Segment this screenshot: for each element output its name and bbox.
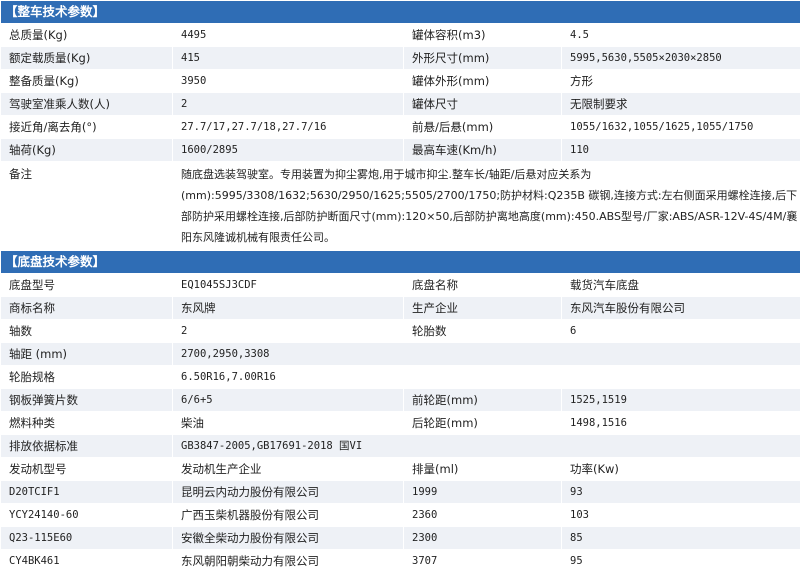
param-label: 轮胎规格 — [0, 365, 173, 389]
table-row: 燃料种类 柴油 后轮距(mm) 1498,1516 — [0, 411, 800, 435]
param-value: 6 — [560, 319, 800, 343]
table-row: 轮胎规格 6.50R16,7.00R16 — [0, 365, 800, 389]
table-row: 钢板弹簧片数 6/6+5 前轮距(mm) 1525,1519 — [0, 388, 800, 412]
param-value: 4495 — [172, 23, 404, 47]
param-label: 外形尺寸(mm) — [403, 46, 562, 70]
engine-power: 93 — [560, 480, 800, 504]
engine-row: Q23-115E60 安徽全柴动力股份有限公司 2300 85 — [0, 526, 800, 550]
engine-row: CY4BK461 东风朝阳朝柴动力有限公司 3707 95 — [0, 549, 800, 573]
param-value: 方形 — [560, 69, 800, 93]
param-label: 后轮距(mm) — [403, 411, 562, 435]
column-header: 排量(ml) — [403, 457, 562, 481]
section-title: 【底盘技术参数】 — [0, 250, 800, 274]
remarks-label: 备注 — [0, 161, 173, 251]
table-row: 总质量(Kg) 4495 罐体容积(m3) 4.5 — [0, 23, 800, 47]
table-row: 额定载质量(Kg) 415 外形尺寸(mm) 5995,5630,5505×20… — [0, 46, 800, 70]
spec-table: 【整车技术参数】 总质量(Kg) 4495 罐体容积(m3) 4.5 额定载质量… — [0, 0, 800, 573]
param-value: 27.7/17,27.7/18,27.7/16 — [172, 115, 404, 139]
param-label: 轴数 — [0, 319, 173, 343]
param-value: 1600/2895 — [172, 138, 404, 162]
table-row: 驾驶室准乘人数(人) 2 罐体尺寸 无限制要求 — [0, 92, 800, 116]
section-title: 【整车技术参数】 — [0, 0, 800, 24]
engine-model: CY4BK461 — [0, 549, 173, 573]
table-row: 整备质量(Kg) 3950 罐体外形(mm) 方形 — [0, 69, 800, 93]
param-label: 罐体尺寸 — [403, 92, 562, 116]
param-label: 前轮距(mm) — [403, 388, 562, 412]
param-label: 接近角/离去角(°) — [0, 115, 173, 139]
section-header-vehicle: 【整车技术参数】 — [0, 0, 800, 24]
engine-maker: 东风朝阳朝柴动力有限公司 — [172, 549, 404, 573]
remarks-text: 随底盘选装驾驶室。专用装置为抑尘雾炮,用于城市抑尘.整车长/轴距/后悬对应关系为… — [171, 161, 800, 251]
param-value: 无限制要求 — [560, 92, 800, 116]
param-label: 轮胎数 — [403, 319, 562, 343]
param-label: 排放依据标准 — [0, 434, 173, 458]
engine-maker: 昆明云内动力股份有限公司 — [172, 480, 404, 504]
param-label: 生产企业 — [403, 296, 562, 320]
param-value: 东风牌 — [172, 296, 404, 320]
engine-displacement: 2300 — [403, 526, 562, 550]
param-value: 1498,1516 — [560, 411, 800, 435]
table-row: 轴荷(Kg) 1600/2895 最高车速(Km/h) 110 — [0, 138, 800, 162]
param-value: 3950 — [172, 69, 404, 93]
param-label: 底盘型号 — [0, 273, 173, 297]
engine-power: 95 — [560, 549, 800, 573]
engine-displacement: 2360 — [403, 503, 562, 527]
column-header: 发动机生产企业 — [172, 457, 404, 481]
spec-sheet: 【整车技术参数】 总质量(Kg) 4495 罐体容积(m3) 4.5 额定载质量… — [0, 0, 800, 573]
param-label: 总质量(Kg) — [0, 23, 173, 47]
engine-maker: 安徽全柴动力股份有限公司 — [172, 526, 404, 550]
column-header: 功率(Kw) — [560, 457, 800, 481]
table-row: 底盘型号 EQ1045SJ3CDF 底盘名称 载货汽车底盘 — [0, 273, 800, 297]
engine-power: 85 — [560, 526, 800, 550]
remarks-row: 备注 随底盘选装驾驶室。专用装置为抑尘雾炮,用于城市抑尘.整车长/轴距/后悬对应… — [0, 161, 800, 251]
param-label: 轴距 (mm) — [0, 342, 173, 366]
param-value: 6/6+5 — [172, 388, 404, 412]
engine-row: D20TCIF1 昆明云内动力股份有限公司 1999 93 — [0, 480, 800, 504]
param-label: 轴荷(Kg) — [0, 138, 173, 162]
param-value: 2700,2950,3308 — [171, 342, 800, 366]
table-row: 轴距 (mm) 2700,2950,3308 — [0, 342, 800, 366]
param-value: 6.50R16,7.00R16 — [171, 365, 800, 389]
param-value: EQ1045SJ3CDF — [172, 273, 404, 297]
table-row: 轴数 2 轮胎数 6 — [0, 319, 800, 343]
param-value: 1055/1632,1055/1625,1055/1750 — [560, 115, 800, 139]
param-value: 2 — [172, 319, 404, 343]
engine-model: YCY24140-60 — [0, 503, 173, 527]
engine-model: Q23-115E60 — [0, 526, 173, 550]
param-label: 底盘名称 — [403, 273, 562, 297]
param-value: 5995,5630,5505×2030×2850 — [560, 46, 800, 70]
engine-displacement: 1999 — [403, 480, 562, 504]
param-value: 4.5 — [560, 23, 800, 47]
engine-power: 103 — [560, 503, 800, 527]
table-row: 商标名称 东风牌 生产企业 东风汽车股份有限公司 — [0, 296, 800, 320]
param-label: 商标名称 — [0, 296, 173, 320]
table-row: 接近角/离去角(°) 27.7/17,27.7/18,27.7/16 前悬/后悬… — [0, 115, 800, 139]
param-label: 罐体容积(m3) — [403, 23, 562, 47]
param-label: 燃料种类 — [0, 411, 173, 435]
param-value: GB3847-2005,GB17691-2018 国VI — [171, 434, 800, 458]
engine-displacement: 3707 — [403, 549, 562, 573]
column-header: 发动机型号 — [0, 457, 173, 481]
param-label: 钢板弹簧片数 — [0, 388, 173, 412]
param-value: 2 — [172, 92, 404, 116]
param-label: 整备质量(Kg) — [0, 69, 173, 93]
param-label: 最高车速(Km/h) — [403, 138, 562, 162]
param-value: 1525,1519 — [560, 388, 800, 412]
engine-header-row: 发动机型号 发动机生产企业 排量(ml) 功率(Kw) — [0, 457, 800, 481]
engine-row: YCY24140-60 广西玉柴机器股份有限公司 2360 103 — [0, 503, 800, 527]
engine-model: D20TCIF1 — [0, 480, 173, 504]
param-label: 罐体外形(mm) — [403, 69, 562, 93]
param-value: 柴油 — [172, 411, 404, 435]
param-label: 驾驶室准乘人数(人) — [0, 92, 173, 116]
section-header-chassis: 【底盘技术参数】 — [0, 250, 800, 274]
table-row: 排放依据标准 GB3847-2005,GB17691-2018 国VI — [0, 434, 800, 458]
engine-maker: 广西玉柴机器股份有限公司 — [172, 503, 404, 527]
param-value: 415 — [172, 46, 404, 70]
param-label: 前悬/后悬(mm) — [403, 115, 562, 139]
param-label: 额定载质量(Kg) — [0, 46, 173, 70]
param-value: 东风汽车股份有限公司 — [560, 296, 800, 320]
param-value: 110 — [560, 138, 800, 162]
param-value: 载货汽车底盘 — [560, 273, 800, 297]
